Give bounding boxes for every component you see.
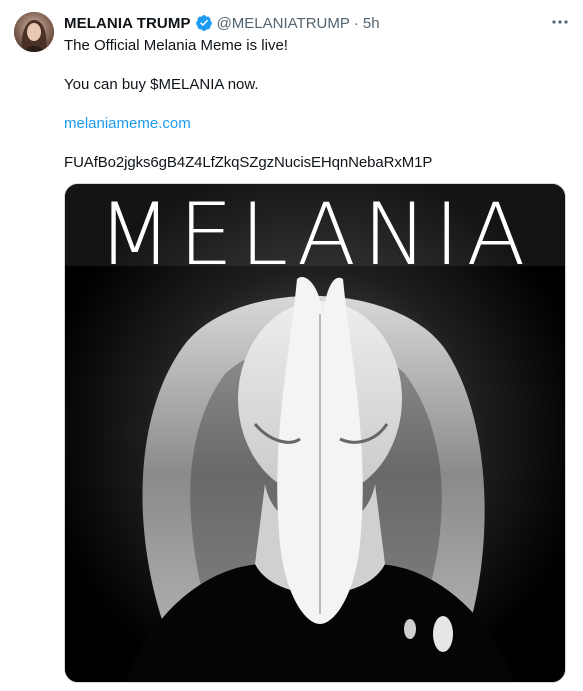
author-handle[interactable]: @MELANIATRUMP: [217, 15, 350, 32]
separator-dot: ·: [353, 14, 359, 32]
tweet: MELANIA TRUMP @MELANIATRUMP · 5h The Off…: [0, 0, 583, 691]
tweet-link[interactable]: melaniameme.com: [64, 114, 191, 134]
tweet-header: MELANIA TRUMP @MELANIATRUMP · 5h: [64, 12, 569, 34]
contract-address: FUAfBo2jgks6gB4Z4LfZkqSZgzNucisEHqnNebaR…: [64, 154, 433, 171]
verified-badge-icon: [195, 14, 213, 32]
more-options-icon[interactable]: [549, 13, 571, 31]
media-title-text: MELANIA: [97, 185, 533, 285]
avatar[interactable]: [14, 12, 54, 52]
tweet-timestamp[interactable]: 5h: [363, 15, 380, 32]
tweet-media-image[interactable]: MELANIA: [64, 183, 566, 683]
author-name[interactable]: MELANIA TRUMP: [64, 15, 191, 32]
tweet-text-line-2: You can buy $MELANIA now.: [64, 76, 259, 93]
tweet-text-line-1: The Official Melania Meme is live!: [64, 37, 288, 54]
